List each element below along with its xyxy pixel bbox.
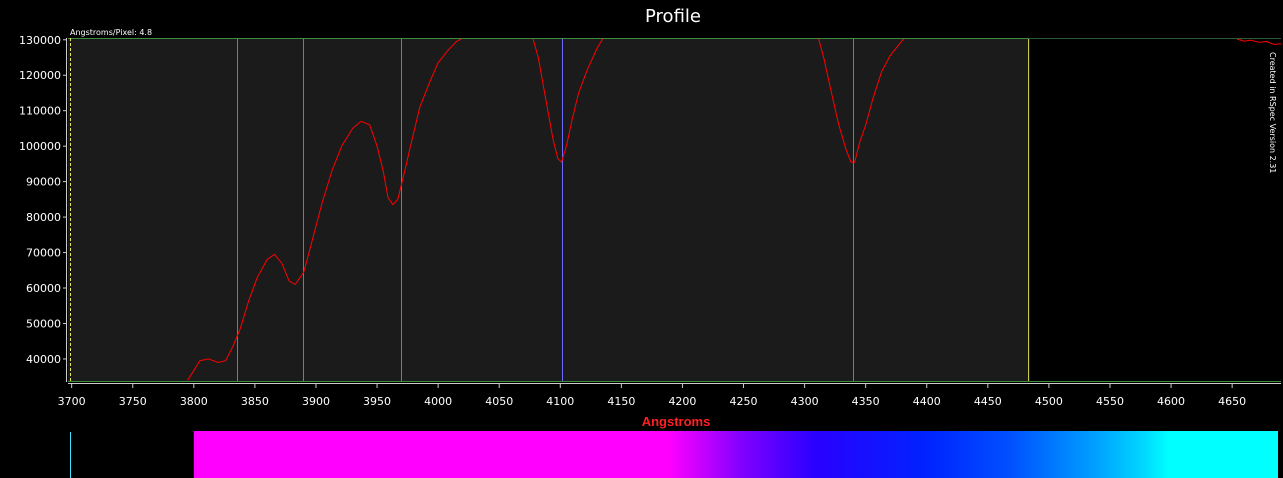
x-tick-label: 4000 [424,395,452,408]
x-tick-label: 4400 [913,395,941,408]
x-tick-label: 4150 [607,395,635,408]
x-tick-label: 3950 [363,395,391,408]
y-tick-label: 70000 [26,247,61,260]
y-tick-label: 90000 [26,176,61,189]
x-axis-label: Angstroms [642,414,711,429]
x-tick-label: 4350 [852,395,880,408]
angstroms-per-pixel-label: Angstroms/Pixel: 4.8 [70,28,152,37]
y-tick-label: 40000 [26,353,61,366]
y-tick-label: 110000 [19,105,61,118]
highlight-region [68,38,1029,382]
y-tick-label: 50000 [26,317,61,330]
x-tick-label: 4550 [1096,395,1124,408]
x-tick-label: 3750 [119,395,147,408]
x-tick-label: 3800 [180,395,208,408]
x-tick-label: 4500 [1035,395,1063,408]
x-tick-label: 4450 [974,395,1002,408]
y-axis: 40000 50000 60000 70000 80000 90000 100000 1100… [19,34,67,382]
spectrum-strip [70,431,1279,478]
version-label: Created in RSpec Version 2.31 [1268,52,1277,173]
x-axis: 3700 3750 3800 3850 3900 3950 4000 4050 4100 4150… [58,383,1281,408]
color-spectrum-bar [193,431,1279,478]
y-tick-label: 60000 [26,282,61,295]
chart-title: Profile [645,6,701,27]
y-tick-label: 80000 [26,211,61,224]
x-tick-label: 3850 [241,395,269,408]
x-tick-label: 4650 [1218,395,1246,408]
x-tick-label: 4100 [546,395,574,408]
profile-chart: Profile 40000 50000 60000 70000 80000 90000 10… [19,6,1281,478]
x-tick-label: 4600 [1157,395,1185,408]
x-tick-label: 4200 [668,395,696,408]
y-tick-label: 100000 [19,140,61,153]
x-tick-label: 4300 [791,395,819,408]
x-tick-label: 3900 [302,395,330,408]
y-tick-label: 120000 [19,69,61,82]
y-tick-label: 130000 [19,34,61,47]
x-tick-label: 4250 [730,395,758,408]
x-tick-label: 4050 [485,395,513,408]
x-tick-label: 3700 [58,395,86,408]
